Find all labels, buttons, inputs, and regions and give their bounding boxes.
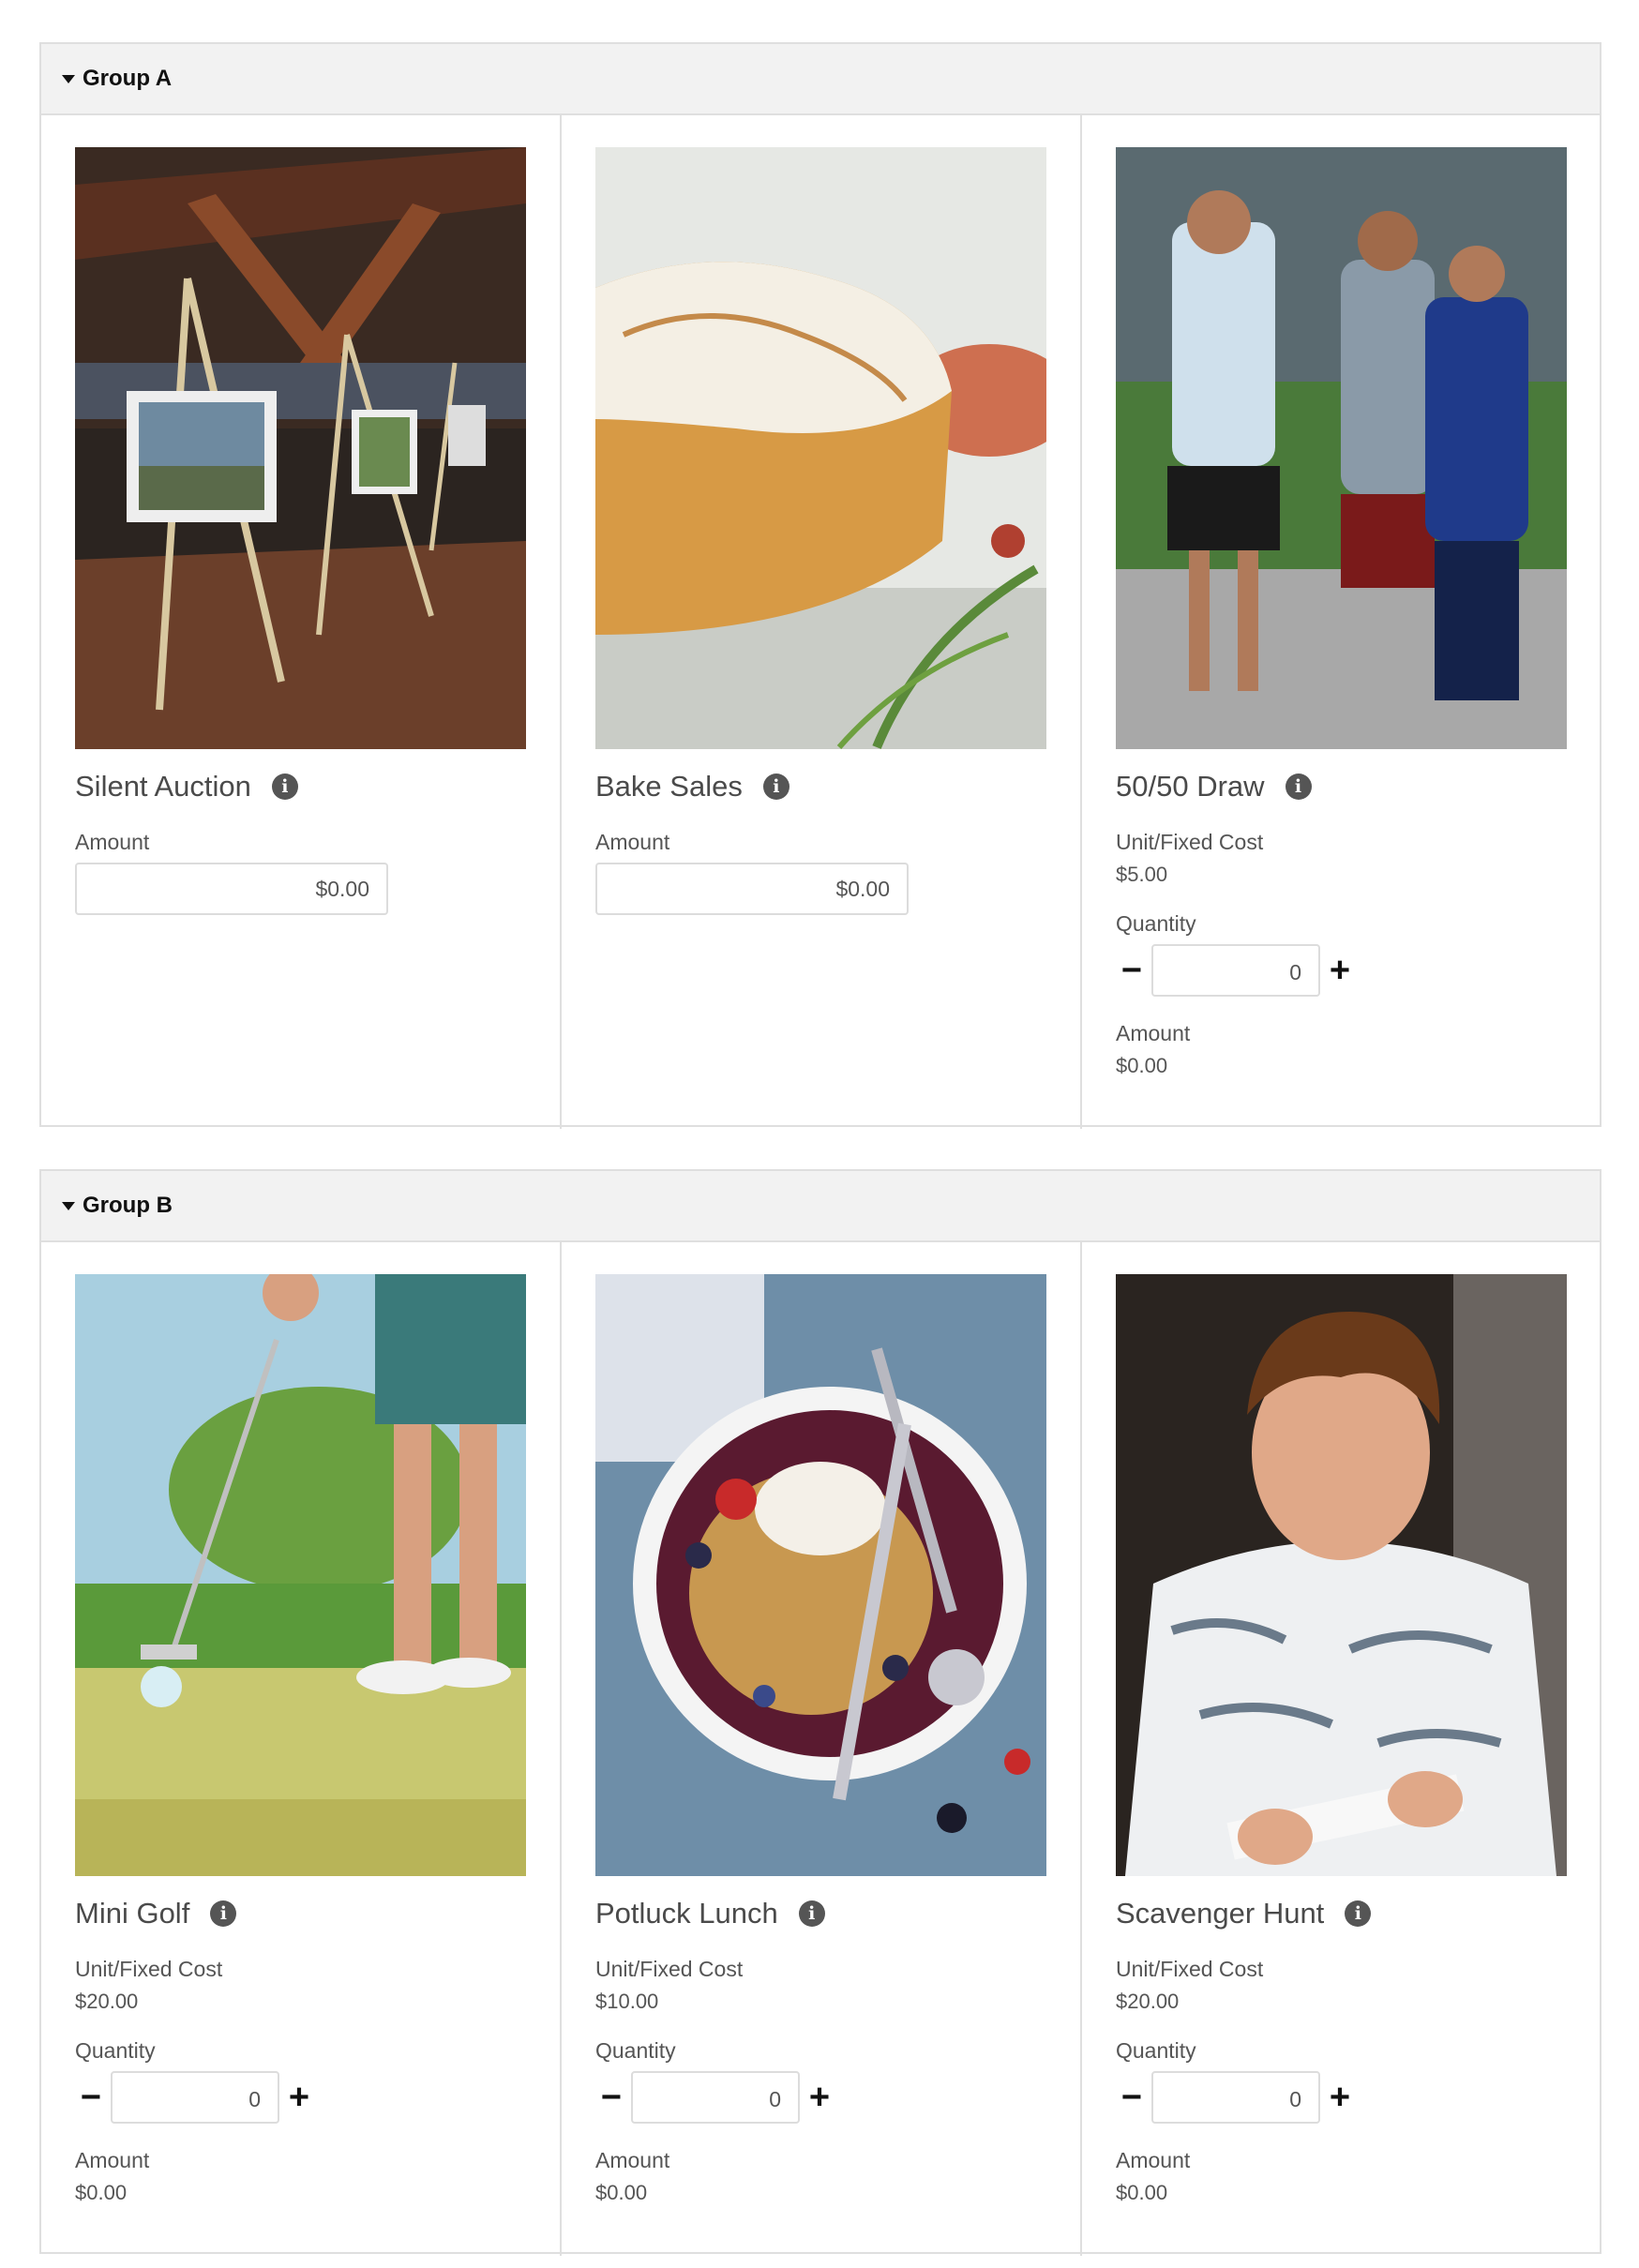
silent-auction-image: [75, 147, 526, 749]
group-b-header[interactable]: Group B: [41, 1171, 1600, 1242]
item-card-scavenger-hunt: Scavenger Hunt i Unit/Fixed Cost $20.00 …: [1082, 1242, 1601, 2256]
quantity-label: Quantity: [75, 2038, 156, 2063]
minus-icon[interactable]: −: [595, 2079, 627, 2116]
item-card-potluck-lunch: Potluck Lunch i Unit/Fixed Cost $10.00 Q…: [562, 1242, 1082, 2256]
item-title: 50/50 Draw: [1116, 770, 1265, 803]
group-b-panel: Group B Mini Golf i Unit/Fixed Cost $20.…: [39, 1169, 1601, 2256]
info-icon[interactable]: i: [1285, 774, 1312, 800]
amount-label: Amount: [595, 2148, 670, 2172]
quantity-input[interactable]: 0: [631, 2071, 800, 2124]
quantity-input[interactable]: 0: [1151, 2071, 1320, 2124]
item-title: Mini Golf: [75, 1897, 190, 1930]
plus-icon[interactable]: +: [283, 2079, 315, 2116]
item-card-silent-auction: Silent Auction i Amount $0.00: [41, 115, 562, 1129]
info-icon[interactable]: i: [798, 1900, 825, 1927]
unit-cost-label: Unit/Fixed Cost: [1116, 1957, 1264, 1981]
amount-label: Amount: [75, 830, 150, 854]
quantity-label: Quantity: [1116, 2038, 1196, 2063]
caret-down-icon[interactable]: [62, 74, 75, 83]
amount-value: $0.00: [595, 2181, 648, 2204]
item-title: Silent Auction: [75, 770, 251, 803]
quantity-input[interactable]: 0: [1151, 944, 1320, 997]
potluck-lunch-image: [595, 1274, 1046, 1876]
plus-icon[interactable]: +: [1324, 2079, 1356, 2116]
group-a-panel: Group A Silent Auction i Amount $0.00 Ba…: [39, 42, 1601, 1129]
quantity-stepper: − 0 +: [595, 2071, 1046, 2124]
item-title: Potluck Lunch: [595, 1897, 778, 1930]
info-icon[interactable]: i: [1345, 1900, 1372, 1927]
quantity-label: Quantity: [1116, 911, 1196, 936]
info-icon[interactable]: i: [271, 774, 298, 800]
quantity-stepper: − 0 +: [1116, 2071, 1567, 2124]
amount-label: Amount: [595, 830, 670, 854]
amount-label: Amount: [1116, 1021, 1191, 1045]
bake-sales-image: [595, 147, 1046, 749]
quantity-label: Quantity: [595, 2038, 676, 2063]
group-title: Group A: [83, 66, 173, 91]
group-title: Group B: [83, 1193, 173, 1218]
plus-icon[interactable]: +: [804, 2079, 835, 2116]
amount-label: Amount: [1116, 2148, 1191, 2172]
info-icon[interactable]: i: [762, 774, 789, 800]
amount-value: $0.00: [75, 2181, 128, 2204]
minus-icon[interactable]: −: [75, 2079, 107, 2116]
quantity-stepper: − 0 +: [1116, 944, 1567, 997]
unit-cost-label: Unit/Fixed Cost: [1116, 830, 1264, 854]
minus-icon[interactable]: −: [1116, 952, 1148, 989]
scavenger-hunt-image: [1116, 1274, 1567, 1876]
unit-cost-label: Unit/Fixed Cost: [75, 1957, 223, 1981]
amount-input[interactable]: $0.00: [75, 863, 388, 915]
mini-golf-image: [75, 1274, 526, 1876]
caret-down-icon[interactable]: [62, 1201, 75, 1210]
unit-cost-value: $20.00: [75, 1990, 139, 2013]
unit-cost-value: $20.00: [1116, 1990, 1180, 2013]
amount-label: Amount: [75, 2148, 150, 2172]
item-title: Bake Sales: [595, 770, 743, 803]
info-icon[interactable]: i: [210, 1900, 237, 1927]
unit-cost-label: Unit/Fixed Cost: [595, 1957, 744, 1981]
item-card-5050-draw: 50/50 Draw i Unit/Fixed Cost $5.00 Quant…: [1082, 115, 1601, 1129]
minus-icon[interactable]: −: [1116, 2079, 1148, 2116]
quantity-stepper: − 0 +: [75, 2071, 526, 2124]
amount-value: $0.00: [1116, 2181, 1168, 2204]
amount-input[interactable]: $0.00: [595, 863, 909, 915]
5050-draw-image: [1116, 147, 1567, 749]
item-card-mini-golf: Mini Golf i Unit/Fixed Cost $20.00 Quant…: [41, 1242, 562, 2256]
item-title: Scavenger Hunt: [1116, 1897, 1325, 1930]
unit-cost-value: $10.00: [595, 1990, 659, 2013]
group-a-header[interactable]: Group A: [41, 44, 1600, 115]
plus-icon[interactable]: +: [1324, 952, 1356, 989]
unit-cost-value: $5.00: [1116, 863, 1168, 886]
item-card-bake-sales: Bake Sales i Amount $0.00: [562, 115, 1082, 1129]
amount-value: $0.00: [1116, 1054, 1168, 1077]
quantity-input[interactable]: 0: [111, 2071, 279, 2124]
